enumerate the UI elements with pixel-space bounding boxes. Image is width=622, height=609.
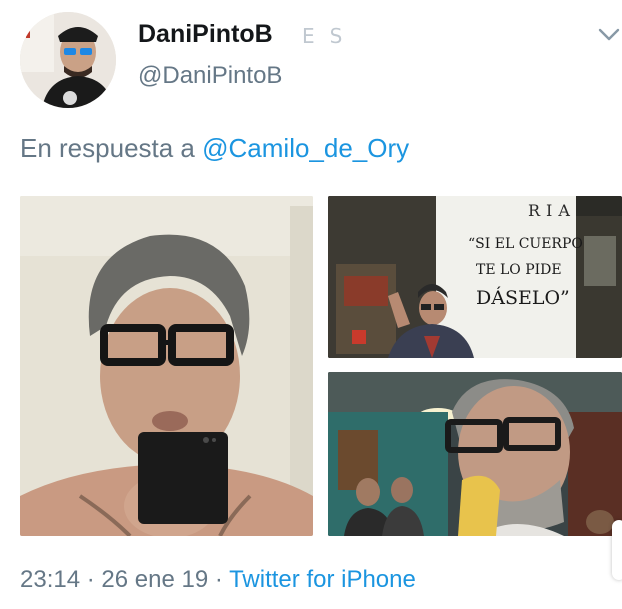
media-photo-1[interactable] — [20, 196, 313, 536]
flag-emoji: E S — [302, 24, 358, 48]
reply-prefix: En respuesta a — [20, 133, 195, 163]
flag-letter: S — [329, 24, 344, 48]
sign-line-1: “SI EL CUERPO — [468, 236, 583, 252]
media-grid: RIA “SI EL CUERPO TE LO PIDE DÁSELO” — [20, 196, 622, 537]
avatar[interactable] — [20, 12, 116, 108]
meta-separator: · — [86, 566, 95, 593]
media-photo-2[interactable]: RIA “SI EL CUERPO TE LO PIDE DÁSELO” — [328, 196, 622, 358]
media-photo-3[interactable] — [328, 372, 622, 536]
tweet-source-link[interactable]: Twitter for iPhone — [229, 566, 416, 593]
sign-line-2: TE LO PIDE — [476, 262, 562, 278]
floating-action-button[interactable] — [612, 520, 622, 580]
sign-top-text: RIA — [528, 201, 576, 220]
tweet-meta: 23:14 · 26 ene 19 · Twitter for iPhone — [20, 566, 416, 594]
avatar-photo — [20, 12, 116, 108]
chevron-down-icon[interactable] — [598, 28, 620, 47]
user-handle[interactable]: @DaniPintoB — [138, 62, 282, 90]
reply-mention-link[interactable]: @Camilo_de_Ory — [202, 133, 409, 163]
tweet-date[interactable]: 26 ene 19 — [101, 566, 208, 593]
reply-context: En respuesta a @Camilo_de_Ory — [20, 133, 409, 164]
meta-separator: · — [214, 566, 223, 593]
sign-line-3: DÁSELO” — [476, 286, 570, 309]
tweet-time[interactable]: 23:14 — [20, 566, 80, 593]
display-name[interactable]: DaniPintoB — [138, 20, 273, 49]
flag-letter: E — [302, 24, 316, 48]
